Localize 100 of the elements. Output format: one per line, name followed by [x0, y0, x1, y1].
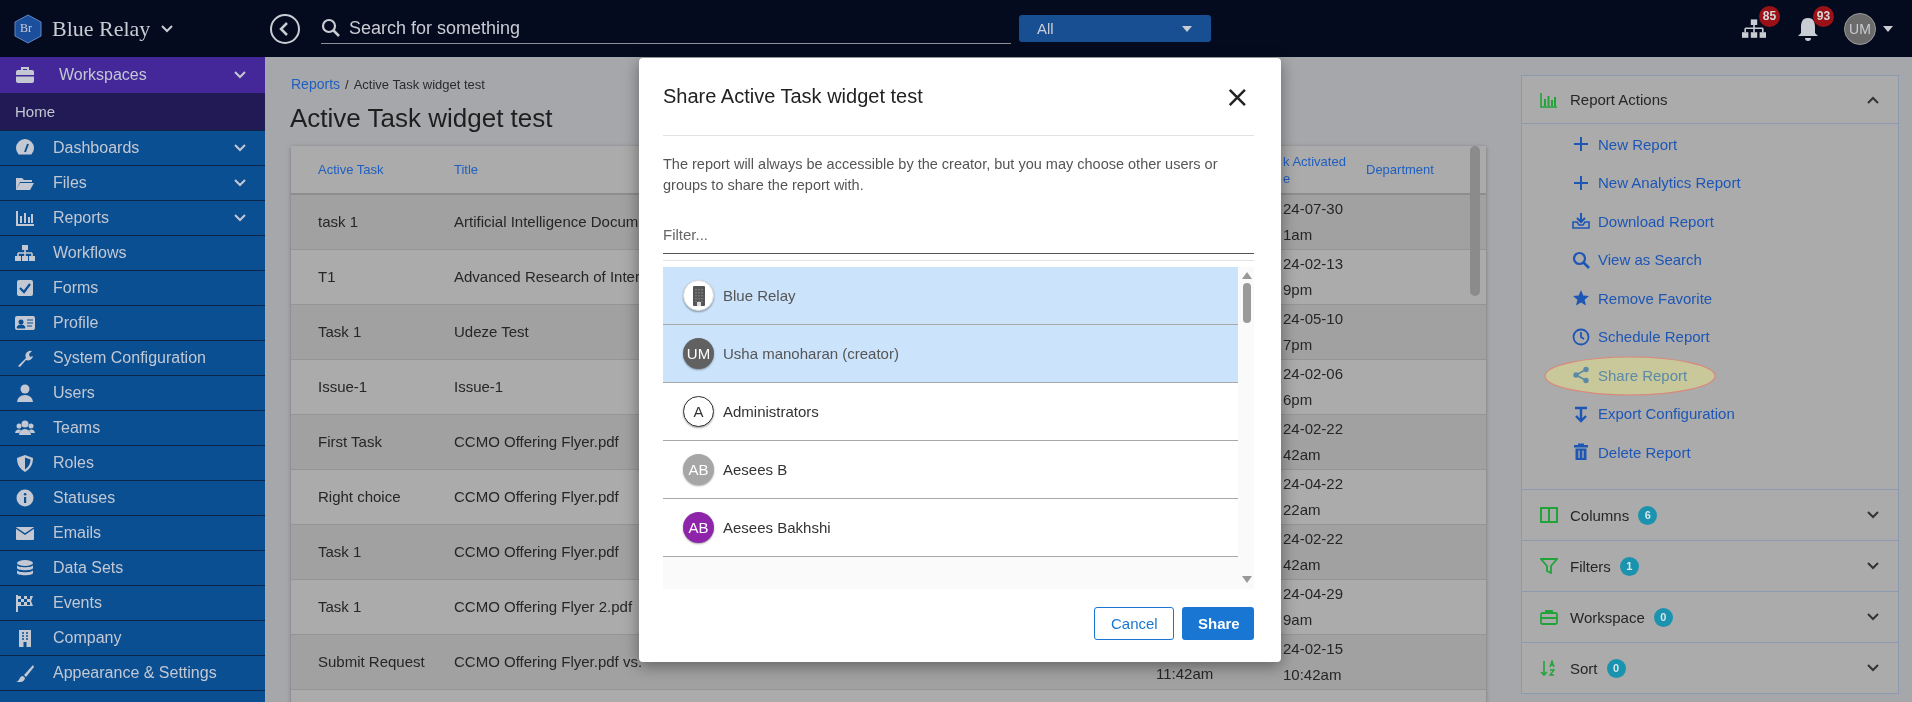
sidebar-item[interactable]: Teams [0, 411, 265, 446]
gauge-icon [15, 139, 35, 157]
user-icon [15, 384, 35, 402]
table-cell-text: First Task [317, 432, 382, 452]
scope-dropdown[interactable]: All [1019, 15, 1211, 42]
sidebar-item[interactable]: Statuses [0, 481, 265, 516]
panel-section-header[interactable]: Sort 0 [1521, 643, 1899, 694]
share-option[interactable]: UM Usha manoharan (creator) [663, 325, 1238, 383]
share-button[interactable]: Share [1182, 607, 1254, 640]
panel-section-header[interactable]: Columns 6 [1521, 490, 1899, 541]
table-cell-text: CCMO Offering Flyer.pdf [454, 487, 619, 507]
sidebar-item[interactable]: System Configuration [0, 341, 265, 376]
column-header[interactable]: Department [1366, 161, 1486, 178]
plus-icon [1572, 173, 1590, 192]
sidebar-item[interactable]: Files [0, 166, 265, 201]
sidebar-item[interactable]: Workflows [0, 236, 265, 271]
trash-icon [1572, 443, 1590, 462]
logo-text: Br [20, 20, 32, 36]
breadcrumb-separator: / [345, 77, 349, 92]
sort-icon [1540, 660, 1558, 676]
share-option[interactable]: AB Aesees Bakhshi [663, 499, 1238, 557]
dialog-description: The report will always be accessible by the creator, but you may choose other users or groups to share the report with. [663, 155, 1219, 195]
sidebar-item[interactable]: Roles [0, 446, 265, 481]
count-badge: 6 [1638, 505, 1658, 525]
breadcrumb-current: Active Task widget test [353, 77, 485, 92]
action-link[interactable]: Download Report [1572, 212, 1714, 231]
sidebar-item[interactable]: Forms [0, 271, 265, 306]
close-button[interactable]: × [1224, 81, 1250, 112]
sidebar-item[interactable]: Events [0, 586, 265, 621]
action-link[interactable]: New Report [1572, 135, 1678, 154]
action-link[interactable]: View as Search [1572, 250, 1702, 269]
table-cell-text: CCMO Offering Flyer.pdf [454, 432, 619, 452]
bar-chart-icon [15, 209, 35, 227]
sidebar-item[interactable]: Reports [0, 201, 265, 236]
panel-section-header[interactable]: Filters 1 [1521, 541, 1899, 592]
database-icon [15, 559, 35, 577]
sidebar-item[interactable]: Data Sets [0, 551, 265, 586]
back-button[interactable] [269, 12, 301, 45]
logo-icon [14, 13, 42, 44]
scrollbar[interactable] [1470, 146, 1480, 296]
workspaces-menu[interactable]: Workspaces [0, 57, 265, 93]
initials-avatar: A [683, 396, 714, 427]
panel-section-header[interactable]: Workspace 0 [1521, 592, 1899, 643]
table-cell-text: 24-04-22 22am [1282, 474, 1344, 520]
brand-menu[interactable]: Blue Relay [52, 15, 175, 42]
chevron-down-icon [1866, 663, 1880, 673]
share-option[interactable]: A Administrators [663, 383, 1238, 441]
chevron-down-icon [160, 23, 175, 34]
chevron-down-icon [1866, 612, 1880, 622]
table-cell-text: 24-02-06 6pm [1282, 364, 1344, 410]
download-icon [1572, 212, 1590, 231]
breadcrumb-link[interactable]: Reports [291, 76, 341, 92]
table-cell-text: Task 1 [317, 542, 362, 562]
sidebar-item[interactable]: Profile [0, 306, 265, 341]
share-option[interactable]: AB Aesees B [663, 441, 1238, 499]
clock-icon [1572, 327, 1590, 346]
action-link[interactable]: Delete Report [1572, 443, 1691, 462]
count-badge: 1 [1619, 556, 1639, 576]
action-link[interactable]: Export Configuration [1572, 404, 1735, 423]
sidebar-item[interactable]: Company [0, 621, 265, 656]
table-cell-text: 24-02-13 9pm [1282, 254, 1344, 300]
table-cell-text: Submit Request [317, 652, 425, 672]
table-cell-text: Udeze Test [454, 322, 529, 342]
table-cell-text: 24-07-30 1am [1282, 199, 1344, 245]
cancel-button[interactable]: Cancel [1094, 607, 1174, 640]
column-header[interactable]: Active Task [291, 161, 454, 178]
brush-icon [15, 664, 35, 682]
filter-icon [1540, 558, 1558, 574]
table-cell-text: Task 1 [317, 322, 362, 342]
building-icon [690, 284, 707, 307]
table-cell-text: Issue-1 [454, 377, 504, 397]
table-cell-text: Artificial Intelligence Docum [454, 212, 639, 232]
initials-avatar: UM [683, 338, 714, 369]
share-option[interactable]: Blue Relay [663, 267, 1238, 325]
count-badge: 85 [1759, 5, 1780, 27]
columns-icon [1540, 507, 1558, 523]
action-link[interactable]: New Analytics Report [1572, 173, 1741, 192]
action-link[interactable]: Schedule Report [1572, 327, 1710, 346]
search-icon [321, 18, 341, 38]
sidebar-item[interactable]: Users [0, 376, 265, 411]
home-link[interactable]: Home [0, 93, 265, 131]
report-actions-header[interactable]: Report Actions [1521, 75, 1899, 124]
sidebar-item[interactable]: Appearance & Settings [0, 656, 265, 691]
share-icon [1572, 366, 1590, 385]
table-cell-text: 24-04-29 9am [1282, 584, 1344, 630]
action-link[interactable]: Remove Favorite [1572, 289, 1713, 308]
table-cell-text: Right choice [317, 487, 401, 507]
table-cell-text: 11:42am [1155, 664, 1214, 684]
search-field[interactable]: Search for something [347, 16, 991, 40]
id-card-icon [15, 314, 35, 332]
chevron-down-icon [233, 178, 247, 188]
back-icon [269, 12, 301, 45]
sidebar-item[interactable]: Dashboards [0, 131, 265, 166]
caret-icon [1181, 24, 1193, 33]
table-cell-text: Task 1 [317, 597, 362, 617]
briefcase-icon [15, 66, 35, 84]
count-badge: 0 [1606, 658, 1626, 678]
chevron-down-icon [233, 143, 247, 153]
table-cell-text: 24-05-10 7pm [1282, 309, 1344, 355]
sidebar-item[interactable]: Emails [0, 516, 265, 551]
